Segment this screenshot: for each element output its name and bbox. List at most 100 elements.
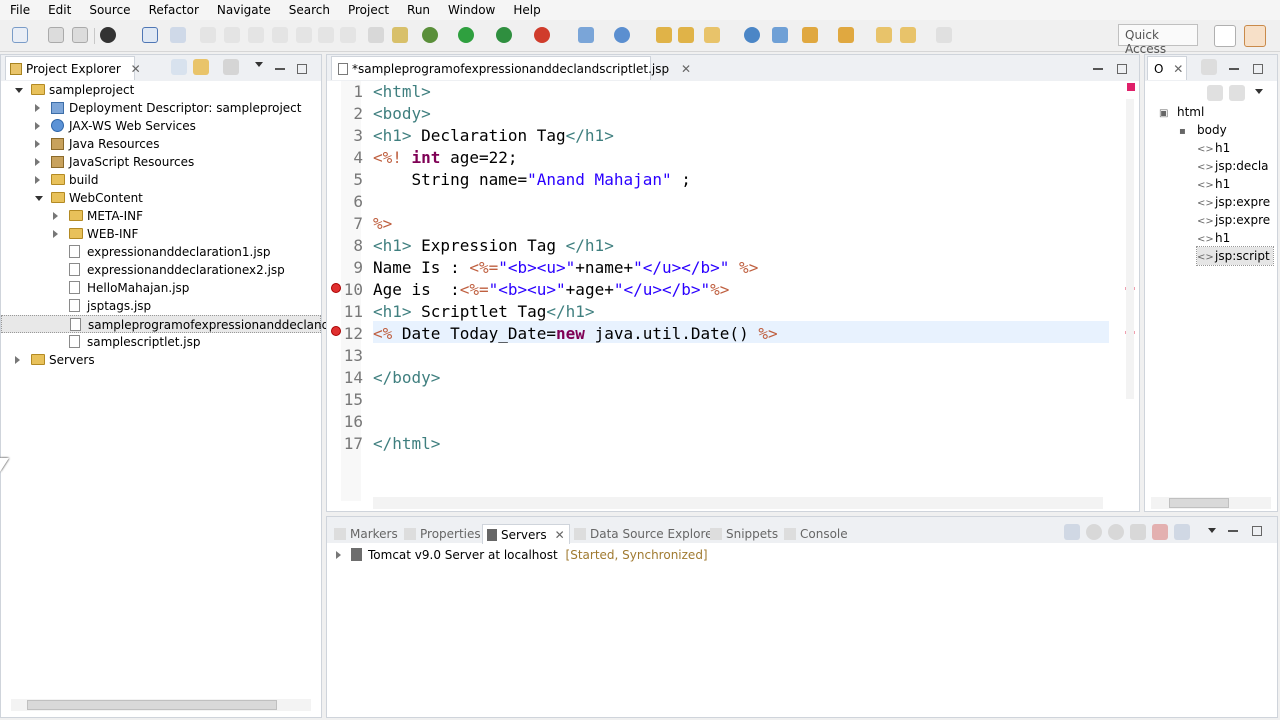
new-class-icon[interactable] bbox=[614, 27, 630, 43]
outline-item[interactable]: <>jsp:expre bbox=[1197, 211, 1270, 229]
skip-breakpoints-icon[interactable] bbox=[170, 27, 186, 43]
profile-server-icon[interactable] bbox=[1130, 524, 1146, 540]
minimize-icon[interactable] bbox=[1229, 68, 1239, 70]
code-line-5[interactable]: String name="Anand Mahajan" ; bbox=[373, 169, 691, 191]
debug-server-icon[interactable] bbox=[1086, 524, 1102, 540]
next-annotation-icon[interactable] bbox=[802, 27, 818, 43]
last-edit-icon[interactable] bbox=[876, 27, 892, 43]
wand-icon[interactable] bbox=[392, 27, 408, 43]
forward-icon[interactable] bbox=[936, 27, 952, 43]
menu-refactor[interactable]: Refactor bbox=[139, 0, 207, 20]
sort-icon[interactable] bbox=[1207, 85, 1223, 101]
collapse-arrow-icon[interactable] bbox=[35, 196, 43, 201]
tree-item-file[interactable]: expressionanddeclarationex2.jsp bbox=[1, 261, 321, 279]
server-row[interactable]: Tomcat v9.0 Server at localhost [Started… bbox=[336, 546, 708, 564]
open-type-icon[interactable] bbox=[656, 27, 672, 43]
tree-item-file[interactable]: Java Resources bbox=[1, 135, 321, 153]
web-browser-icon[interactable] bbox=[744, 27, 760, 43]
back-icon[interactable] bbox=[900, 27, 916, 43]
tree-item-file[interactable]: Deployment Descriptor: sampleproject bbox=[1, 99, 321, 117]
menu-navigate[interactable]: Navigate bbox=[207, 0, 279, 20]
tree-item-folder[interactable]: Servers bbox=[1, 351, 321, 369]
collapse-all-icon[interactable] bbox=[171, 59, 187, 75]
expand-arrow-icon[interactable] bbox=[35, 122, 40, 130]
tab-snippets[interactable]: Snippets bbox=[710, 524, 778, 544]
tree-item-file[interactable]: JAX-WS Web Services bbox=[1, 117, 321, 135]
tree-item-folder[interactable]: build bbox=[1, 171, 321, 189]
outline-item[interactable]: <>jsp:script bbox=[1196, 246, 1274, 266]
run-icon[interactable] bbox=[458, 27, 474, 43]
suspend-icon[interactable] bbox=[224, 27, 240, 43]
outline-item[interactable]: ▪ body bbox=[1179, 121, 1227, 139]
tab-editor-jsp[interactable]: *sampleprogramofexpressionanddeclandscri… bbox=[331, 56, 691, 80]
tab-project-explorer[interactable]: Project Explorer ✕ bbox=[5, 56, 141, 80]
link-editor-icon[interactable] bbox=[193, 59, 209, 75]
step-return-icon[interactable] bbox=[340, 27, 356, 43]
tab-properties[interactable]: Properties bbox=[404, 524, 481, 544]
expand-arrow-icon[interactable] bbox=[336, 551, 341, 559]
code-line-12[interactable]: <% Date Today_Date=new java.util.Date() … bbox=[373, 323, 778, 345]
terminal-icon[interactable] bbox=[142, 27, 158, 43]
view-menu-icon[interactable] bbox=[1255, 89, 1263, 94]
outline-view-icon[interactable] bbox=[1201, 59, 1217, 75]
outline-item[interactable]: ▣ html bbox=[1159, 103, 1204, 121]
menu-help[interactable]: Help bbox=[503, 0, 548, 20]
outline-item[interactable]: <>h1 bbox=[1197, 229, 1230, 247]
overview-error-icon[interactable] bbox=[1127, 83, 1135, 91]
code-line-10[interactable]: Age is :<%="<b><u>"+age+"</u></b>"%> bbox=[373, 279, 729, 301]
horizontal-scrollbar[interactable] bbox=[373, 497, 1103, 509]
tree-item-file[interactable]: JavaScript Resources bbox=[1, 153, 321, 171]
tree-item-project[interactable]: sampleproject bbox=[1, 81, 321, 99]
search-icon[interactable] bbox=[704, 27, 720, 43]
code-line-14[interactable]: </body> bbox=[373, 367, 440, 389]
terminate-icon[interactable] bbox=[248, 27, 264, 43]
expand-arrow-icon[interactable] bbox=[53, 212, 58, 220]
tab-console[interactable]: Console bbox=[784, 524, 848, 544]
menu-file[interactable]: File bbox=[0, 0, 38, 20]
disconnect-icon[interactable] bbox=[272, 27, 288, 43]
code-line-9[interactable]: Name Is : <%="<b><u>"+name+"</u></b>" %> bbox=[373, 257, 758, 279]
code-line-2[interactable]: <body> bbox=[373, 103, 431, 125]
scrollbar-thumb[interactable] bbox=[1169, 498, 1229, 508]
tab-outline[interactable]: O ✕ bbox=[1147, 56, 1187, 80]
new-server-icon[interactable] bbox=[578, 27, 594, 43]
maximize-icon[interactable] bbox=[1253, 64, 1263, 74]
step-into-icon[interactable] bbox=[296, 27, 312, 43]
maximize-icon[interactable] bbox=[1252, 526, 1262, 536]
close-icon[interactable]: ✕ bbox=[681, 62, 691, 76]
tree-item-file[interactable]: jsptags.jsp bbox=[1, 297, 321, 315]
tree-item-file[interactable]: expressionanddeclaration1.jsp bbox=[1, 243, 321, 261]
step-over-icon[interactable] bbox=[318, 27, 334, 43]
stop-server-icon[interactable] bbox=[1152, 524, 1168, 540]
menu-run[interactable]: Run bbox=[397, 0, 438, 20]
start-server-icon[interactable] bbox=[1108, 524, 1124, 540]
scrollbar-thumb[interactable] bbox=[27, 700, 277, 710]
filter-icon[interactable] bbox=[223, 59, 239, 75]
tab-data-source-explorer[interactable]: Data Source Explorer bbox=[574, 524, 717, 544]
expand-arrow-icon[interactable] bbox=[35, 176, 40, 184]
collapse-all-icon[interactable] bbox=[1229, 85, 1245, 101]
view-menu-icon[interactable] bbox=[255, 62, 263, 67]
view-menu-icon[interactable] bbox=[1208, 528, 1216, 533]
minimize-icon[interactable] bbox=[1093, 68, 1103, 70]
java-ee-perspective-icon[interactable] bbox=[1244, 25, 1266, 47]
menu-project[interactable]: Project bbox=[338, 0, 397, 20]
close-icon[interactable]: ✕ bbox=[1173, 62, 1183, 76]
close-icon[interactable]: ✕ bbox=[555, 528, 565, 542]
menu-search[interactable]: Search bbox=[279, 0, 338, 20]
menu-source[interactable]: Source bbox=[79, 0, 138, 20]
outline-item[interactable]: <>h1 bbox=[1197, 175, 1230, 193]
vertical-scrollbar[interactable] bbox=[1126, 99, 1134, 399]
horizontal-scrollbar[interactable] bbox=[11, 699, 311, 711]
code-line-8[interactable]: <h1> Expression Tag </h1> bbox=[373, 235, 614, 257]
profile-icon[interactable] bbox=[100, 27, 116, 43]
resume-icon[interactable] bbox=[200, 27, 216, 43]
error-marker-icon[interactable] bbox=[331, 283, 341, 293]
external-tools-icon[interactable] bbox=[534, 27, 550, 43]
expand-arrow-icon[interactable] bbox=[15, 356, 20, 364]
outline-item[interactable]: <>jsp:expre bbox=[1197, 193, 1270, 211]
tree-item-file[interactable]: samplescriptlet.jsp bbox=[1, 333, 321, 351]
tree-item-folder[interactable]: META-INF bbox=[1, 207, 321, 225]
minimize-icon[interactable] bbox=[1228, 530, 1238, 532]
maximize-icon[interactable] bbox=[1117, 64, 1127, 74]
